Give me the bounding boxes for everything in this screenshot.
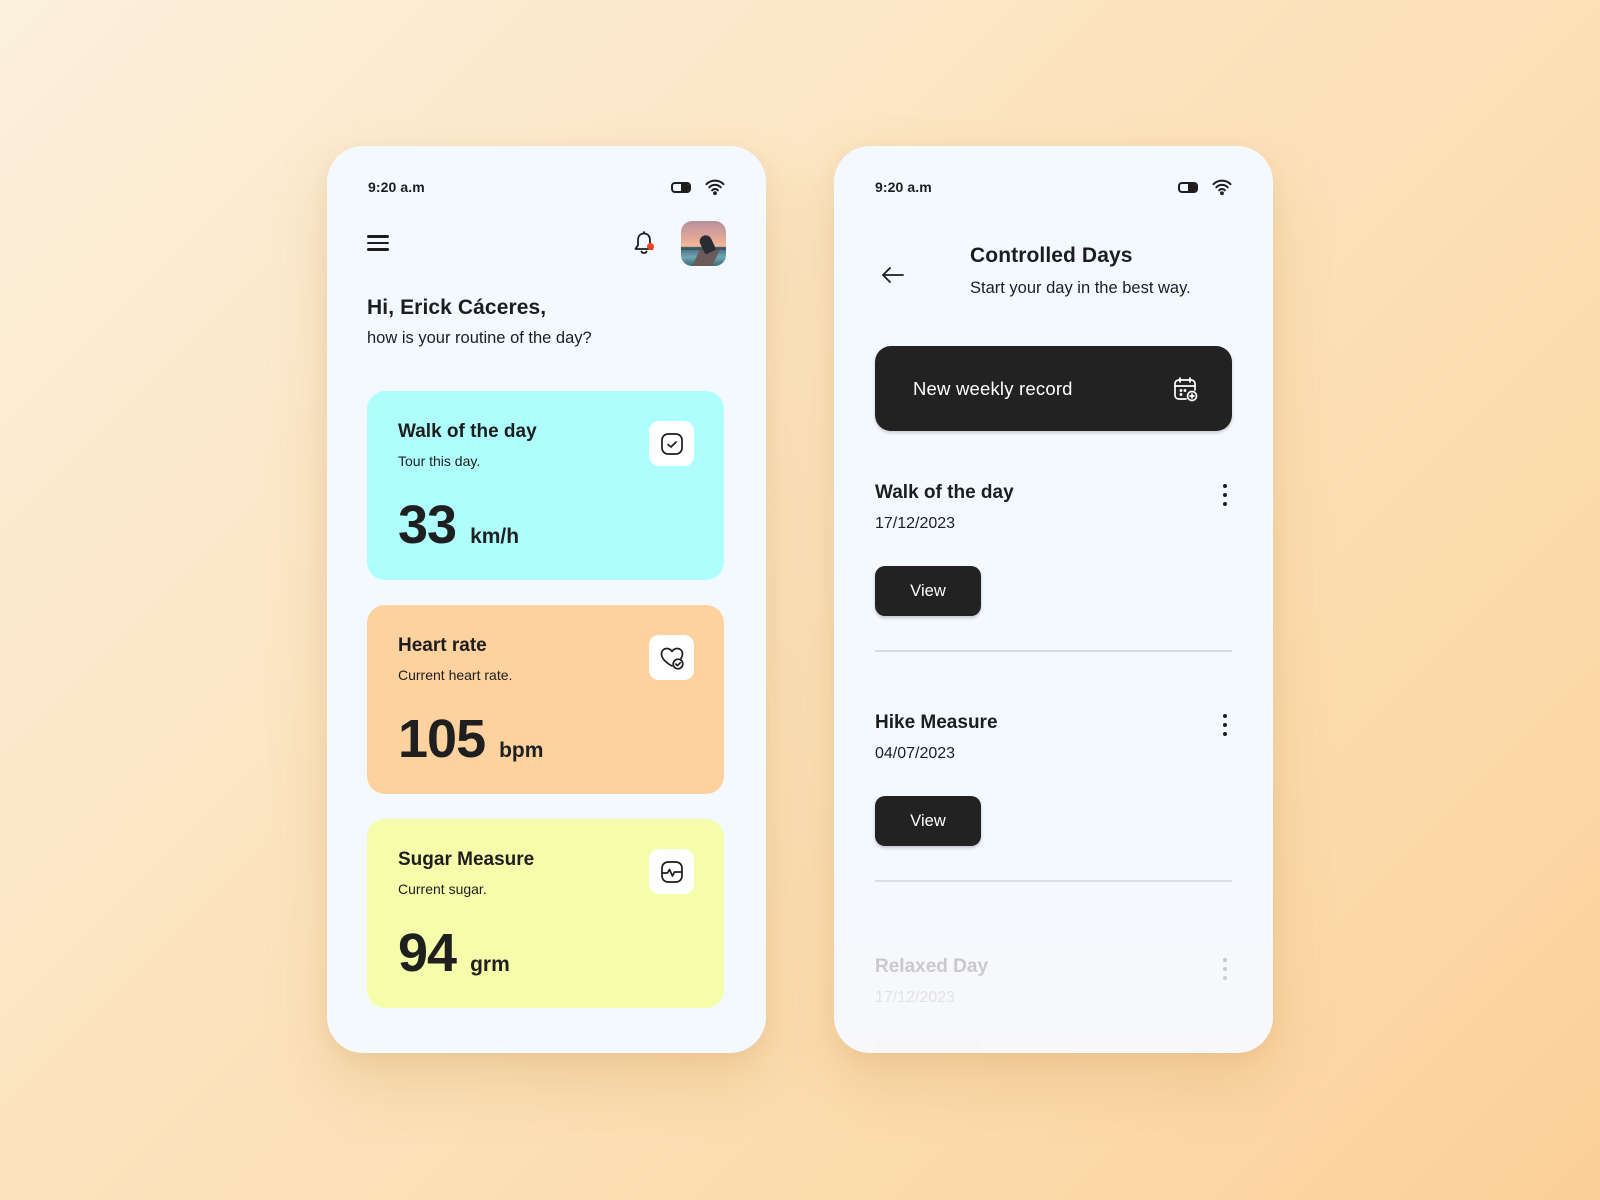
home-screen: 9:20 a.m Hi, Erick Cáceres, how is your … <box>327 146 766 1053</box>
notification-badge <box>647 243 654 250</box>
record-item: Hike Measure 04/07/2023 View <box>875 712 1232 846</box>
top-nav <box>367 220 726 266</box>
battery-icon <box>671 181 691 193</box>
wifi-icon <box>1212 179 1232 195</box>
value-number: 94 <box>398 923 457 983</box>
value-number: 33 <box>398 495 457 555</box>
more-vertical-icon[interactable] <box>1219 714 1231 736</box>
divider <box>875 880 1232 882</box>
bell-icon <box>634 231 654 254</box>
view-button[interactable] <box>875 1040 981 1053</box>
record-title: Hike Measure <box>875 712 998 733</box>
calendar-check-icon <box>660 432 683 455</box>
record-title: Walk of the day <box>875 482 1014 503</box>
divider <box>875 650 1232 652</box>
card-icon-button[interactable] <box>649 421 694 466</box>
heart-rate-card[interactable]: Heart rate Current heart rate. 105 bpm <box>367 605 724 794</box>
wifi-icon <box>705 179 725 195</box>
view-button[interactable]: View <box>875 796 981 846</box>
record-date: 04/07/2023 <box>875 745 956 762</box>
pulse-monitor-icon <box>660 860 683 883</box>
notifications-button[interactable] <box>631 229 657 257</box>
page-subtitle: Start your day in the best way. <box>970 279 1191 297</box>
avatar[interactable] <box>681 220 726 266</box>
new-weekly-record-button[interactable]: New weekly record <box>875 346 1232 431</box>
more-vertical-icon[interactable] <box>1219 484 1231 506</box>
record-item: Relaxed Day 17/12/2023 <box>875 956 1232 1053</box>
greeting: Hi, Erick Cáceres, how is your routine o… <box>367 296 726 348</box>
card-value: 94 grm <box>398 926 510 980</box>
nav-actions <box>631 220 726 266</box>
heart-check-icon <box>660 647 684 670</box>
value-unit: bpm <box>499 739 544 762</box>
status-icons <box>1178 179 1232 195</box>
status-bar: 9:20 a.m <box>368 172 725 202</box>
record-date: 17/12/2023 <box>875 515 956 532</box>
page-header: Controlled Days Start your day in the be… <box>874 244 1233 314</box>
greeting-title: Hi, Erick Cáceres, <box>367 296 547 319</box>
status-time: 9:20 a.m <box>875 179 932 195</box>
sugar-measure-card[interactable]: Sugar Measure Current sugar. 94 grm <box>367 819 724 1008</box>
status-icons <box>671 179 725 195</box>
card-value: 105 bpm <box>398 712 543 766</box>
record-title: Relaxed Day <box>875 956 989 977</box>
status-bar: 9:20 a.m <box>875 172 1232 202</box>
more-vertical-icon[interactable] <box>1219 958 1231 980</box>
value-number: 105 <box>398 709 486 769</box>
view-button[interactable]: View <box>875 566 981 616</box>
hamburger-menu-icon[interactable] <box>367 234 391 252</box>
record-item: Walk of the day 17/12/2023 View <box>875 482 1232 616</box>
button-label: New weekly record <box>913 377 1073 399</box>
card-value: 33 km/h <box>398 498 519 552</box>
calendar-add-icon <box>1174 376 1198 401</box>
record-date: 17/12/2023 <box>875 989 956 1006</box>
page-title: Controlled Days <box>970 244 1133 267</box>
controlled-days-screen: 9:20 a.m Controlled Days Start your day … <box>834 146 1273 1053</box>
card-icon-button[interactable] <box>649 849 694 894</box>
battery-icon <box>1178 181 1198 193</box>
greeting-subtitle: how is your routine of the day? <box>367 329 592 347</box>
card-icon-button[interactable] <box>649 635 694 680</box>
walk-card[interactable]: Walk of the day Tour this day. 33 km/h <box>367 391 724 580</box>
value-unit: grm <box>470 953 510 976</box>
value-unit: km/h <box>470 525 520 548</box>
arrow-left-icon[interactable] <box>880 264 906 286</box>
scroll-fade <box>834 853 1273 1053</box>
status-time: 9:20 a.m <box>368 179 425 195</box>
